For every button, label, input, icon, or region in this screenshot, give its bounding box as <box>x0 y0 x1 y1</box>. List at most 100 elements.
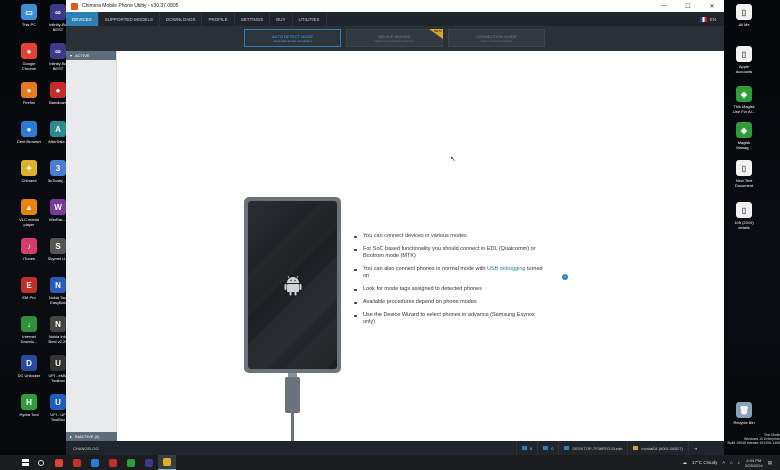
minimize-button[interactable]: — <box>652 3 676 9</box>
network-icon <box>543 446 549 450</box>
desktop-icon[interactable]: 🗑 Recycle Bin <box>729 402 759 425</box>
taskbar-cent-browser-icon[interactable] <box>86 455 104 470</box>
chevron-down-icon: ▾ <box>70 53 73 58</box>
usb-cable-head <box>285 377 300 413</box>
desktop-icon[interactable]: ▯ 105 (2019) details <box>729 202 759 230</box>
start-button[interactable] <box>18 455 32 470</box>
app-icon: ◆ <box>736 122 752 138</box>
chimera-app-icon <box>71 2 78 10</box>
usb-cable <box>291 413 294 441</box>
desktop-icon-label: Internet Downlo... <box>20 334 38 344</box>
clock[interactable]: 4:04 PM 2/29/2024 <box>745 458 763 468</box>
test-mode-watermark: Test Mode Windows 10 Enterprise Build 19… <box>727 433 780 446</box>
active-devices-header[interactable]: ▾ ACTIVE <box>66 51 116 60</box>
title-bar: Chimera Mobile Phone Utility - v30.37.08… <box>66 0 724 12</box>
desktop-icon-label: DC Unlocker <box>17 373 41 378</box>
weather-label[interactable]: 17°C Cloudy <box>692 460 717 465</box>
desktop-icon[interactable]: ▯ Apple Accounts <box>729 46 759 74</box>
desktop-icon[interactable]: ▭ This PC <box>14 4 44 27</box>
app-icon: ● <box>50 82 66 98</box>
desktop-icon-label: EM Pro <box>22 295 36 300</box>
app-icon: W <box>50 199 66 215</box>
menu-profile[interactable]: PROFILE <box>202 12 235 26</box>
language-selector[interactable]: EN <box>699 12 724 26</box>
taskbar-bandicam-icon[interactable] <box>68 455 86 470</box>
desktop-icon[interactable]: ▯ New Text Document <box>729 160 759 188</box>
taskbar-chimera-icon[interactable] <box>158 455 176 470</box>
help-icon[interactable]: ? <box>562 274 568 280</box>
menu-supported-models[interactable]: SUPPORTED MODELS <box>99 12 160 26</box>
mode-sublabel: How to connect devices <box>480 39 513 43</box>
taskbar-search-icon[interactable] <box>32 455 50 470</box>
usb-debugging-link[interactable]: USB debugging <box>487 266 526 272</box>
windows-taskbar: ☁ 17°C Cloudy ˄ ⌂ ♪ 4:04 PM 2/29/2024 ▤ <box>0 455 780 470</box>
menu-devices[interactable]: DEVICES <box>66 12 99 26</box>
app-icon: S <box>50 238 66 254</box>
desktop-icon[interactable]: ▯ All Me <box>729 4 759 27</box>
app-icon: ◆ <box>736 86 752 102</box>
volume-icon[interactable]: ♪ <box>738 460 740 465</box>
tip-item: You can connect devices in various modes <box>354 233 544 240</box>
close-button[interactable]: ✕ <box>700 3 724 10</box>
desktop-icon-label: Magisk Manag... <box>736 140 752 150</box>
app-icon: ▯ <box>736 46 752 62</box>
desktop-icon[interactable]: ◆ Magisk Manag... <box>729 122 759 150</box>
tip-item: Look for mode tags assigned to detected … <box>354 286 544 293</box>
device-wizard-button[interactable]: DEVICE WIZARD Step by step device select… <box>346 29 443 47</box>
taskbar-record-icon[interactable] <box>104 455 122 470</box>
desktop-icon[interactable]: ▲ VLC media player <box>14 199 44 227</box>
auto-detect-mode-button[interactable]: AUTO DETECT MODE Automatic device recogn… <box>244 29 341 47</box>
app-icon: ∞ <box>50 4 66 20</box>
weather-icon: ☁ <box>682 459 688 465</box>
menu-settings[interactable]: SETTINGS <box>235 12 271 26</box>
tip-text: You can also connect phones in normal mo… <box>363 266 487 272</box>
tip-item: Use the Device Wizard to select phones i… <box>354 312 544 326</box>
status-bar: CHANGELOG 0 0 DESKTOP-7F36FEG.01eab most… <box>66 441 724 455</box>
desktop-icon[interactable]: ● Cent Browser <box>14 121 44 144</box>
mode-bar: AUTO DETECT MODE Automatic device recogn… <box>66 26 724 51</box>
changelog-link[interactable]: CHANGELOG <box>66 446 516 451</box>
taskbar-infinity-icon[interactable] <box>140 455 158 470</box>
app-icon: ▯ <box>736 4 752 20</box>
app-icon: ▯ <box>736 160 752 176</box>
desktop-icon-label: All Me <box>738 22 750 27</box>
connection-guide-button[interactable]: CONNECTION GUIDE How to connect devices <box>448 29 545 47</box>
desktop-icon-label: Apple Accounts <box>735 64 753 74</box>
desktop-icon[interactable]: D DC Unlocker <box>14 355 44 378</box>
app-icon: H <box>21 394 37 410</box>
desktop-icon[interactable]: H Hydra Tool <box>14 394 44 417</box>
maximize-button[interactable]: ☐ <box>676 3 700 10</box>
app-icon: ∞ <box>50 43 66 59</box>
taskbar-chrome-icon[interactable] <box>50 455 68 470</box>
desktop-icon-label: Google Chrome <box>21 61 37 71</box>
notification-icon[interactable]: ▤ <box>768 460 772 466</box>
menu-utilities[interactable]: UTILITIES <box>293 12 327 26</box>
phone-screen <box>248 201 337 369</box>
user-name: mostal04 (6001-68527) <box>641 445 683 451</box>
desktop-icon[interactable]: ◆ This Magisk Use For Al... <box>729 86 759 114</box>
network-tray-icon[interactable]: ⌂ <box>730 460 733 465</box>
desktop-icon[interactable]: ✦ Chimera <box>14 160 44 183</box>
desktop-icon-label: Hydra Tool <box>19 412 39 417</box>
app-icon: N <box>50 316 66 332</box>
menu-buy[interactable]: BUY <box>270 12 293 26</box>
status-count-a: 0 <box>530 445 533 451</box>
desktop-icon-label: VLC media player <box>19 217 39 227</box>
status-host: DESKTOP-7F36FEG.01eab <box>558 441 627 455</box>
inactive-devices-footer[interactable]: ▸ INACTIVE (0) <box>66 432 117 441</box>
desktop-icon[interactable]: ♪ iTunes <box>14 238 44 261</box>
tip-item: Available procedures depend on phone mod… <box>354 299 544 306</box>
app-icon: U <box>50 394 66 410</box>
exit-icon[interactable]: ⇥ <box>687 441 702 455</box>
desktop-icon[interactable]: ↓ Internet Downlo... <box>14 316 44 344</box>
desktop-icon-label: This Magisk Use For Al... <box>732 104 755 114</box>
mode-sublabel: Step by step device selection <box>375 39 414 43</box>
tray-chevron-icon[interactable]: ˄ <box>722 460 725 465</box>
desktop-icon[interactable]: E EM Pro <box>14 277 44 300</box>
mouse-cursor-icon: ↖ <box>450 156 456 163</box>
taskbar-hydra-icon[interactable] <box>122 455 140 470</box>
desktop-icon[interactable]: ● Firefox <box>14 82 44 105</box>
desktop-icon[interactable]: ● Google Chrome <box>14 43 44 71</box>
app-icon: D <box>21 355 37 371</box>
menu-downloads[interactable]: DOWNLOADS <box>160 12 203 26</box>
